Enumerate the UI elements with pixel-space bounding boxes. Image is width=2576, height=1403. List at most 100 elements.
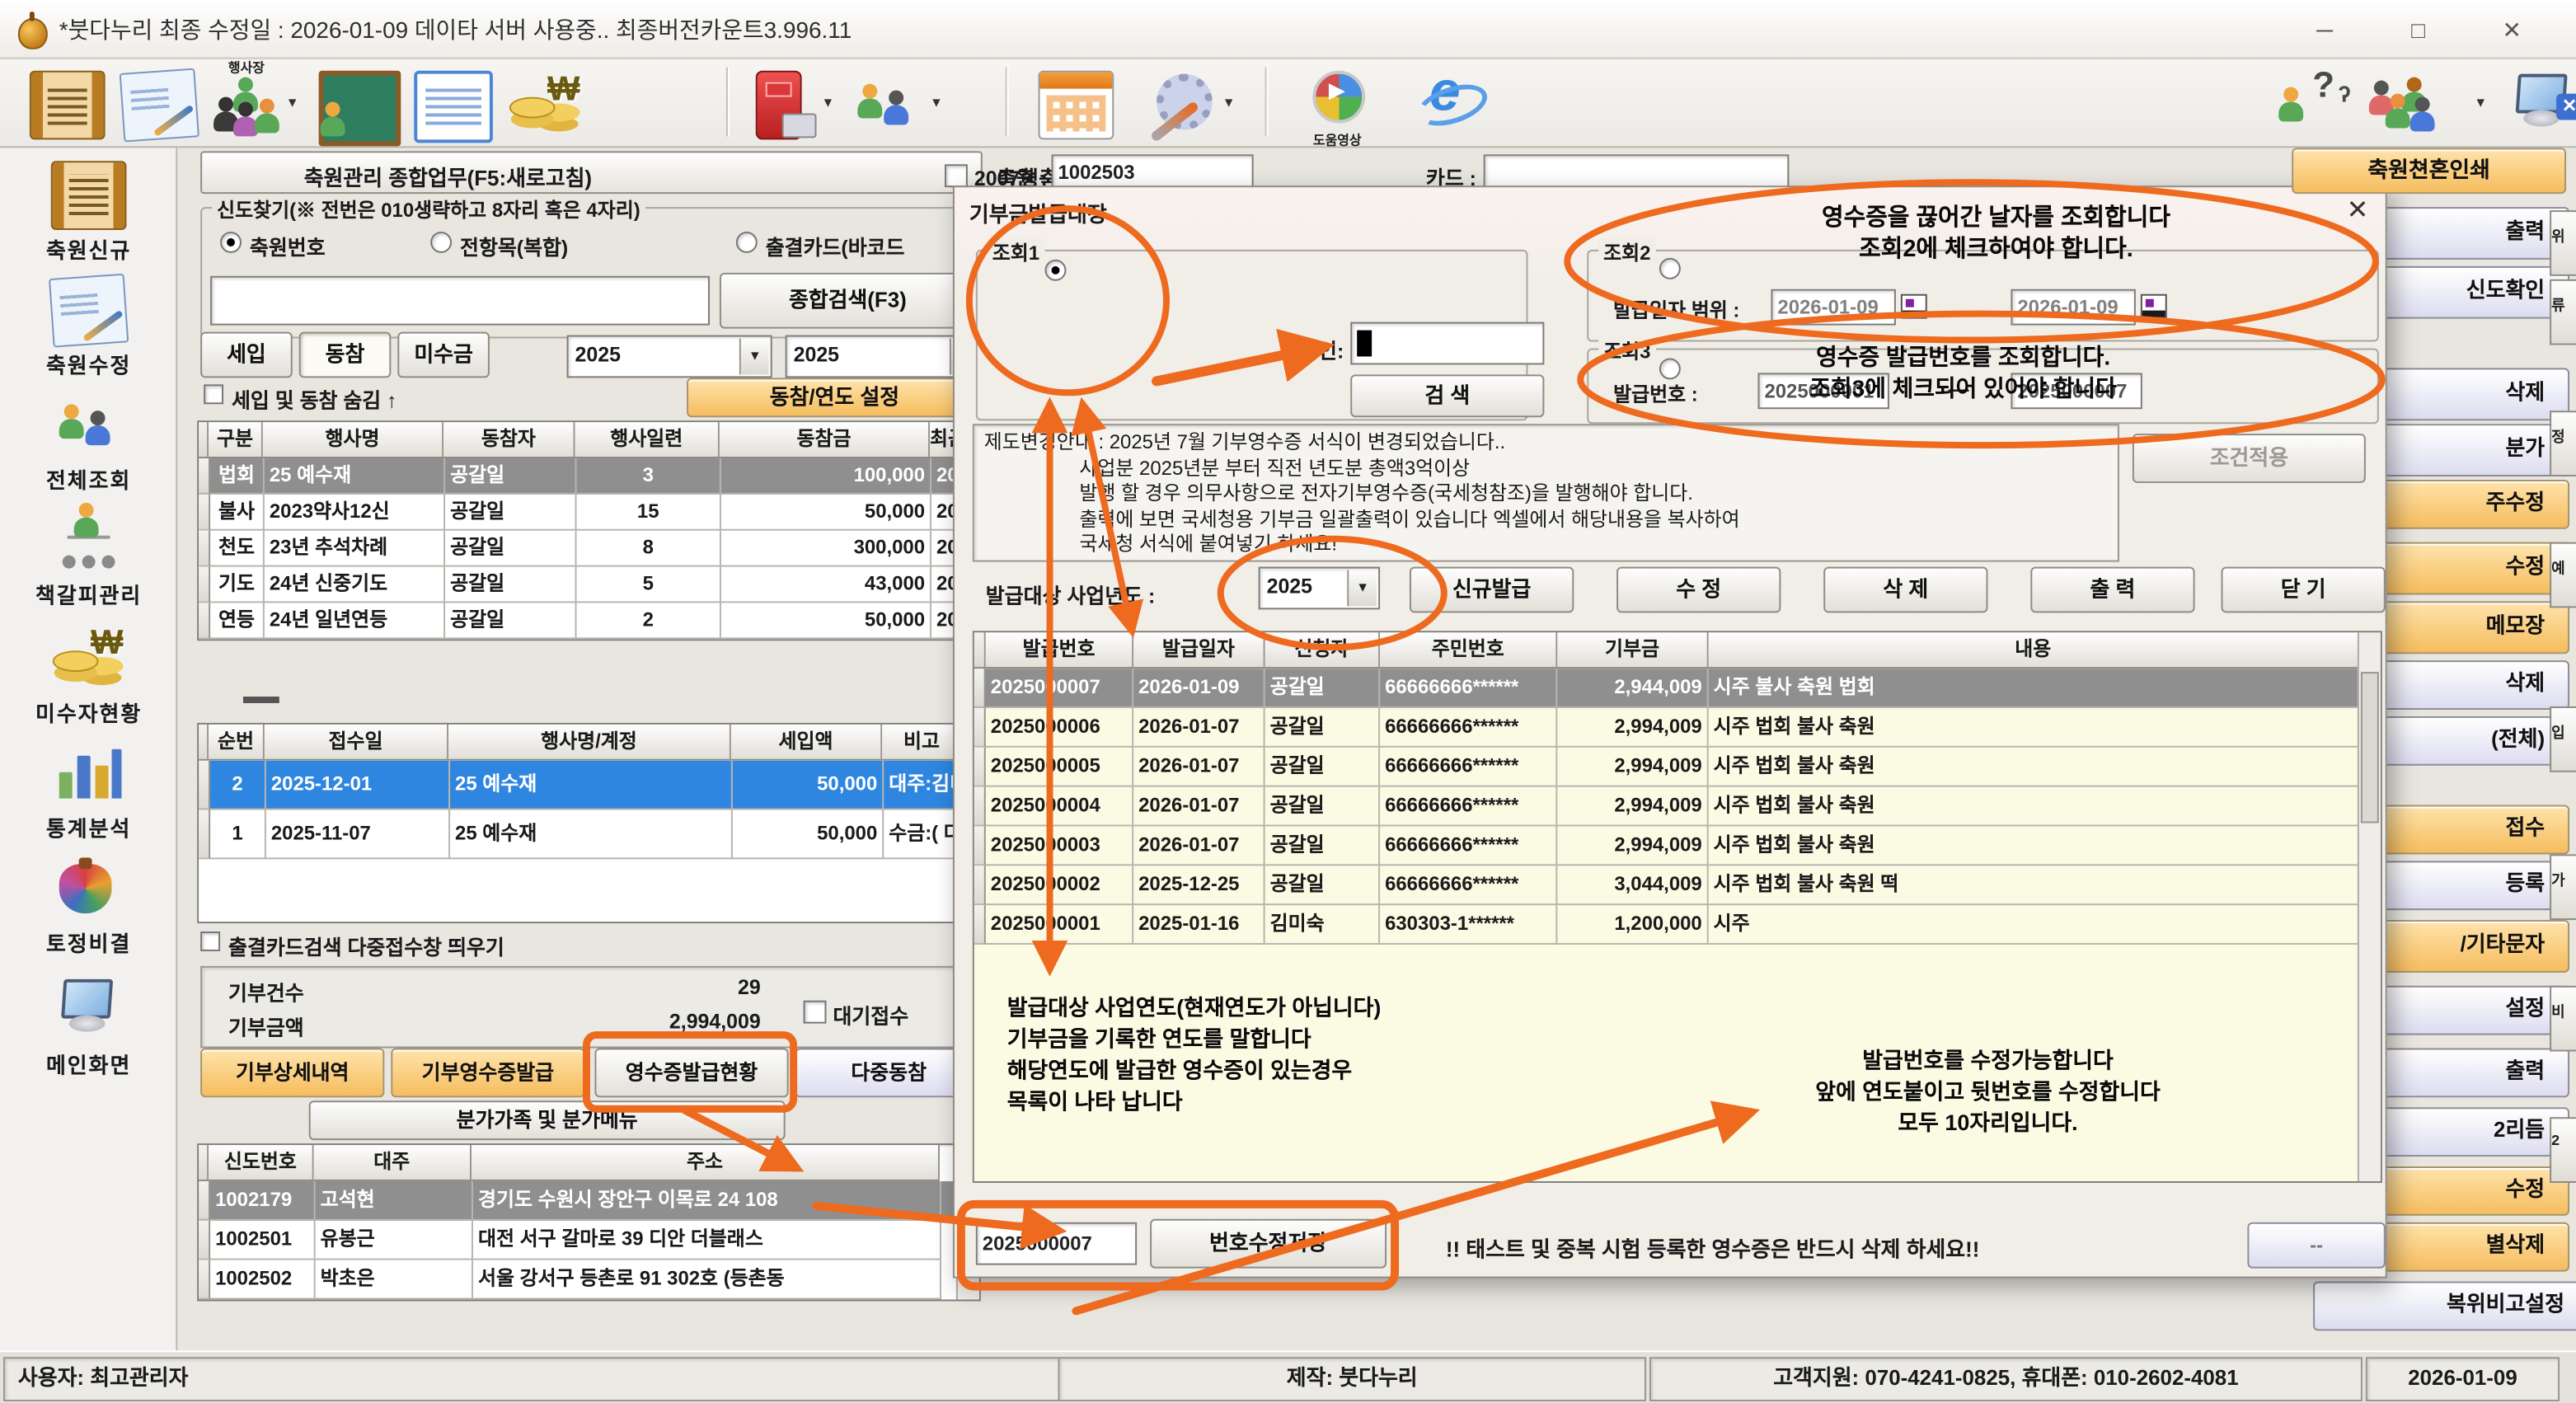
dialog-close-icon[interactable]: ✕ xyxy=(2339,194,2376,227)
column-header[interactable]: 대주 xyxy=(314,1145,472,1181)
table-row[interactable]: 불사2023약사12신공갈일1550,0002025-1 xyxy=(199,495,981,531)
column-header[interactable]: 발급번호 xyxy=(986,632,1133,669)
dropdown-arrow-icon[interactable]: ▼ xyxy=(1222,96,1236,110)
radio-chukwon-number[interactable] xyxy=(220,232,242,253)
issue-number-to-input[interactable] xyxy=(2011,373,2142,409)
column-header[interactable]: 비고 xyxy=(882,725,963,761)
query3-radio[interactable] xyxy=(1659,358,1681,379)
toolbar-button-people-pair[interactable] xyxy=(847,66,927,142)
toolbar-button-teach[interactable] xyxy=(316,66,395,142)
hide-income-checkbox[interactable] xyxy=(204,384,223,404)
year-from-combo[interactable]: 2025▼ xyxy=(567,336,772,378)
dropdown-arrow-icon[interactable]: ▼ xyxy=(821,96,834,110)
toolbar-button-coins[interactable] xyxy=(506,66,585,142)
receipt-number-input[interactable] xyxy=(976,1222,1137,1265)
action-button-영수증발급현황[interactable]: 영수증발급현황 xyxy=(594,1049,788,1098)
calendar-picker-icon[interactable] xyxy=(1901,294,1927,319)
applicant-input[interactable] xyxy=(1350,322,1544,365)
clipped-button-fragment[interactable]: 2 xyxy=(2550,1117,2576,1183)
table-row[interactable]: 법회25 예수재공갈일3100,0002025-1 xyxy=(199,458,981,495)
table-row[interactable]: 1002501유봉근대전 서구 갈마로 39 디안 더블래스 xyxy=(199,1221,979,1260)
dialog-button-닫기[interactable]: 닫 기 xyxy=(2222,567,2386,613)
dialog-button-신규발급[interactable]: 신규발급 xyxy=(1410,567,1574,613)
maximize-icon[interactable]: □ xyxy=(2391,10,2447,49)
clipped-button-fragment[interactable]: 입 xyxy=(2550,706,2576,772)
column-header[interactable]: 행사명 xyxy=(263,422,443,458)
filter-button-미수금[interactable]: 미수금 xyxy=(397,332,490,378)
column-header[interactable]: 주소 xyxy=(472,1145,940,1181)
action-button-기부상세내역[interactable]: 기부상세내역 xyxy=(200,1049,384,1098)
dialog-button-수정[interactable]: 수 정 xyxy=(1616,567,1781,613)
right-panel-button-출력[interactable]: 출력 xyxy=(2359,1049,2569,1098)
apply-condition-button[interactable]: 조건적용 xyxy=(2133,434,2366,483)
table-row[interactable]: 1002179고석현경기도 수원시 장안구 이목로 24 108 xyxy=(199,1181,979,1221)
clipped-button-fragment[interactable]: 비 xyxy=(2550,986,2576,1052)
dropdown-arrow-icon[interactable]: ▼ xyxy=(930,96,943,110)
table-row[interactable]: 22025-12-0125 예수재50,000대주:김미 xyxy=(199,761,981,810)
wait-receipt-checkbox[interactable] xyxy=(804,1001,827,1024)
right-panel-button-수정[interactable]: 수정 xyxy=(2366,542,2569,595)
column-header[interactable]: 내용 xyxy=(1709,632,2359,669)
column-header[interactable]: 동참금 xyxy=(720,422,930,458)
column-header[interactable]: 신도번호 xyxy=(209,1145,314,1181)
toolbar-button-tools[interactable] xyxy=(1140,66,1219,142)
calendar-picker-icon[interactable] xyxy=(2141,294,2167,319)
card-multi-checkbox[interactable] xyxy=(200,931,220,951)
minimize-icon[interactable]: ─ xyxy=(2297,10,2353,49)
filter-button-세입[interactable]: 세입 xyxy=(200,332,293,378)
table-row[interactable]: 천도23년 추석차례공갈일8300,0002025-1 xyxy=(199,531,981,567)
clipped-button-fragment[interactable]: 정 xyxy=(2550,411,2576,476)
column-header[interactable]: 구분 xyxy=(209,422,263,458)
table-row[interactable]: 연등24년 일년연등공갈일250,0002025-1 xyxy=(199,603,981,639)
table-row[interactable]: 1002502박초은서울 강서구 등촌로 91 302호 (등촌동 xyxy=(199,1260,979,1300)
table-row[interactable]: 20250000032026-01-07공갈일66666666******2,9… xyxy=(974,826,2381,866)
toolbar-button-ledger[interactable] xyxy=(411,66,490,142)
filter-button-동참[interactable]: 동참 xyxy=(299,332,392,378)
table-row[interactable]: 20250000072026-01-09공갈일66666666******2,9… xyxy=(974,669,2381,708)
table-row[interactable]: 20250000042026-01-07공갈일66666666******2,9… xyxy=(974,787,2381,827)
toolbar-button-pq[interactable] xyxy=(2272,66,2351,142)
toolbar-button-edit[interactable] xyxy=(118,66,197,142)
column-header[interactable]: 세입액 xyxy=(731,725,882,761)
table-row[interactable]: 20250000012025-01-16김미숙630303-1******1,2… xyxy=(974,905,2381,945)
radio-attendance-card[interactable] xyxy=(736,232,758,253)
applicant-search-button[interactable]: 검 색 xyxy=(1350,374,1544,417)
dropdown-arrow-icon[interactable]: ▼ xyxy=(2474,96,2487,110)
clipped-button-fragment[interactable]: 가 xyxy=(2550,854,2576,920)
sidebar-item-토정비결[interactable]: 토정비결 xyxy=(0,854,177,963)
clipped-button-fragment[interactable]: 위 xyxy=(2550,210,2576,276)
table-row[interactable]: 12025-11-0725 예수재50,000수금:( 다 xyxy=(199,810,981,860)
radio-all-fields[interactable] xyxy=(430,232,452,253)
column-header[interactable]: 신청자 xyxy=(1265,632,1381,669)
right-panel-button-복위비고설정[interactable]: 복위비고설정 xyxy=(2313,1282,2576,1331)
issue-date-to-input[interactable] xyxy=(2011,289,2135,326)
toolbar-button-ie[interactable] xyxy=(1410,66,1489,142)
splitter-handle[interactable] xyxy=(243,697,279,703)
query2-radio[interactable] xyxy=(1659,258,1681,279)
branch-family-button[interactable]: 분가가족 및 분가메뉴 xyxy=(309,1100,786,1140)
column-header[interactable]: 기부금 xyxy=(1557,632,1708,669)
column-header[interactable]: 발급일자 xyxy=(1133,632,1265,669)
toolbar-button-event-people[interactable]: 행사장 xyxy=(207,66,286,142)
dash-button[interactable]: -- xyxy=(2247,1222,2385,1269)
column-header[interactable]: 접수일 xyxy=(265,725,448,761)
target-year-combo[interactable]: 2025 ▼ xyxy=(1259,567,1380,610)
toolbar-button-vid[interactable]: 도움영상 xyxy=(1297,66,1377,142)
search-input[interactable] xyxy=(210,276,710,326)
toolbar-button-pc[interactable]: ✕ xyxy=(2503,66,2576,142)
column-header[interactable]: 주민번호 xyxy=(1380,632,1557,669)
toolbar-button-scroll[interactable] xyxy=(26,66,106,142)
column-header[interactable]: 동참자 xyxy=(443,422,575,458)
sidebar-item-축원수정[interactable]: 축원수정 xyxy=(0,276,177,385)
dialog-button-출력[interactable]: 출 력 xyxy=(2030,567,2194,613)
row-gutter-header[interactable] xyxy=(199,725,209,761)
combined-search-button[interactable]: 종합검색(F3) xyxy=(720,273,976,329)
sidebar-item-축원신규[interactable]: 축원신규 xyxy=(0,161,177,270)
column-header[interactable]: 순번 xyxy=(209,725,265,761)
vertical-scrollbar[interactable] xyxy=(2358,632,2381,1181)
chevron-down-icon[interactable]: ▼ xyxy=(1347,570,1377,607)
row-gutter-header[interactable] xyxy=(199,1145,209,1181)
clipped-button-fragment[interactable]: 류 xyxy=(2550,279,2576,345)
clipped-button-fragment[interactable]: 예 xyxy=(2550,542,2576,608)
toolbar-button-mail[interactable] xyxy=(743,66,822,142)
